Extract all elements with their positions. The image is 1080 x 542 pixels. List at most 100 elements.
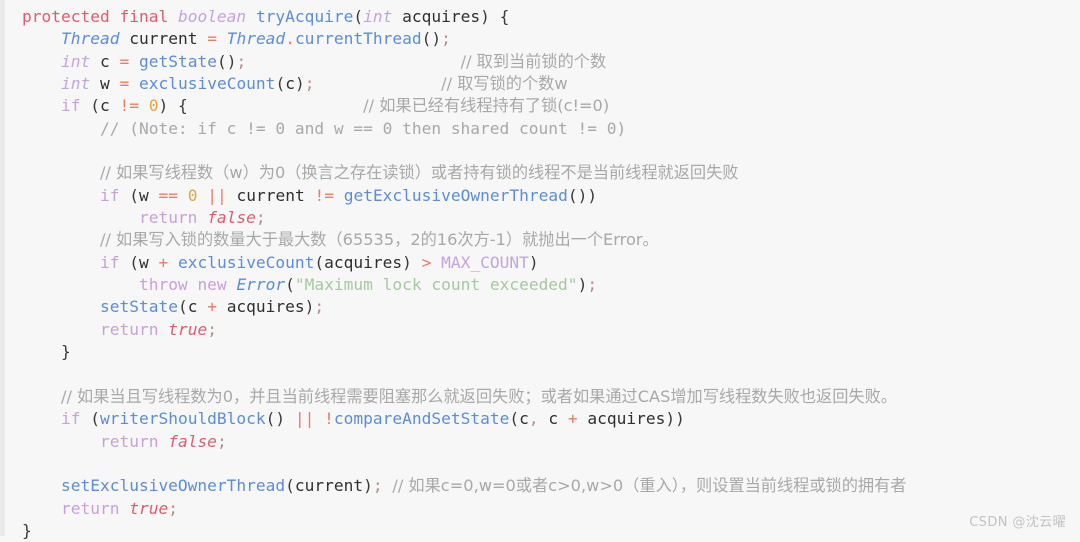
paren-open: ( bbox=[285, 476, 295, 496]
parens: () bbox=[421, 29, 442, 49]
function-tryAcquire: tryAcquire bbox=[255, 7, 354, 26]
var-c: c bbox=[99, 51, 110, 71]
var-c: c bbox=[187, 297, 198, 317]
arg-c: c bbox=[519, 409, 529, 429]
function-exclusiveCount: exclusiveCount bbox=[138, 74, 276, 94]
semicolon: ; bbox=[587, 275, 598, 295]
boolean-true: true bbox=[168, 319, 208, 339]
constant-MAX-COUNT: MAX_COUNT bbox=[441, 252, 529, 272]
paren-open: ( bbox=[509, 409, 520, 429]
code-line-8: // 如果写线程数（w）为0（换言之存在读锁）或者持有锁的线程不是当前线程就返回… bbox=[0, 162, 1080, 184]
operator-not-equal: != bbox=[314, 185, 334, 205]
operator-assign: = bbox=[207, 29, 217, 49]
paren-open: ( bbox=[285, 275, 295, 295]
boolean-true: true bbox=[129, 498, 169, 518]
code-line-17-blank bbox=[0, 364, 1080, 386]
operator-equals: == bbox=[158, 185, 178, 205]
function-currentThread: currentThread bbox=[294, 29, 422, 49]
paren-close-outer: ) bbox=[675, 409, 685, 429]
keyword-return: return bbox=[99, 319, 159, 339]
paren-close: ) bbox=[363, 476, 373, 496]
comment-line-11: // 如果写入锁的数量大于最大数（65535，2的16次方-1）就抛出一个Err… bbox=[99, 230, 659, 250]
semicolon: ; bbox=[304, 74, 315, 94]
arg-current: current bbox=[294, 476, 364, 496]
function-exclusiveCount: exclusiveCount bbox=[177, 252, 315, 272]
var-w: w bbox=[138, 185, 149, 205]
code-line-21-blank bbox=[0, 453, 1080, 475]
paren-open: ( bbox=[275, 74, 286, 94]
code-block[interactable]: protected final boolean tryAcquire(int a… bbox=[0, 6, 1080, 542]
operator-assign: = bbox=[119, 51, 130, 71]
code-line-11: // 如果写入锁的数量大于最大数（65535，2的16次方-1）就抛出一个Err… bbox=[0, 229, 1080, 251]
paren-open: ( bbox=[129, 252, 139, 272]
code-line-5: if (c != 0) { // 如果已经有线程持有了锁(c!=0) bbox=[0, 95, 1080, 117]
operator-or: || bbox=[294, 409, 315, 429]
operator-plus: + bbox=[158, 252, 169, 272]
keyword-protected: protected bbox=[22, 7, 110, 26]
comment-line-8: // 如果写线程数（w）为0（换言之存在读锁）或者持有锁的线程不是当前线程就返回… bbox=[99, 163, 739, 183]
var-acquires: acquires bbox=[226, 297, 305, 317]
csdn-watermark: CSDN @沈云曜 bbox=[969, 515, 1066, 530]
function-writerShouldBlock: writerShouldBlock bbox=[99, 409, 266, 429]
class-Error: Error bbox=[236, 275, 286, 295]
paren-open: ( bbox=[90, 409, 100, 429]
operator-not-equal: != bbox=[119, 96, 139, 116]
operator-greater-than: > bbox=[421, 252, 432, 272]
code-line-22: setExclusiveOwnerThread(current); // 如果c… bbox=[0, 475, 1080, 497]
paren-close: ) bbox=[158, 96, 169, 116]
paren-open: ( bbox=[129, 185, 139, 205]
code-line-14: setState(c + acquires); bbox=[0, 296, 1080, 318]
operator-plus: + bbox=[567, 409, 578, 429]
paren-close: ) bbox=[665, 409, 676, 429]
brace-open: { bbox=[177, 96, 188, 116]
code-viewer: protected final boolean tryAcquire(int a… bbox=[0, 0, 1080, 540]
code-line-20: return false; bbox=[0, 431, 1080, 453]
code-line-18: // 如果当且写线程数为0，并且当前线程需要阻塞那么就返回失败；或者如果通过CA… bbox=[0, 386, 1080, 408]
var-w: w bbox=[138, 252, 149, 272]
var-current: current bbox=[236, 185, 305, 205]
operator-assign: = bbox=[119, 74, 130, 94]
semicolon: ; bbox=[216, 431, 227, 451]
keyword-return: return bbox=[60, 498, 120, 518]
type-int: int bbox=[60, 51, 91, 71]
semicolon: ; bbox=[236, 51, 247, 71]
paren-close: ) bbox=[577, 275, 588, 295]
parens: () bbox=[567, 185, 588, 205]
comment-line-6: // (Note: if c != 0 and w == 0 then shar… bbox=[99, 118, 627, 138]
arg-acquires: acquires bbox=[324, 252, 403, 272]
keyword-return: return bbox=[138, 208, 198, 228]
arg-acquires: acquires bbox=[587, 409, 666, 429]
paren-open: ( bbox=[353, 7, 364, 26]
comma: , bbox=[528, 409, 539, 429]
keyword-final: final bbox=[119, 7, 169, 26]
var-current: current bbox=[129, 29, 198, 49]
paren-close: ) bbox=[587, 185, 598, 205]
paren-close: ) bbox=[304, 297, 315, 317]
keyword-new: new bbox=[197, 275, 227, 295]
function-compareAndSetState: compareAndSetState bbox=[333, 409, 510, 429]
brace-close-if-block: } bbox=[60, 342, 71, 362]
paren-close: ) bbox=[480, 7, 490, 26]
paren-close: ) bbox=[294, 74, 305, 94]
comment-line-5: // 如果已经有线程持有了锁(c!=0) bbox=[363, 96, 610, 116]
keyword-throw: throw bbox=[138, 275, 188, 295]
keyword-if: if bbox=[99, 185, 120, 205]
semicolon: ; bbox=[372, 476, 383, 496]
paren-close: ) bbox=[528, 252, 539, 272]
type-int: int bbox=[60, 74, 91, 94]
keyword-if: if bbox=[99, 252, 120, 272]
operator-not: ! bbox=[324, 409, 334, 429]
keyword-if: if bbox=[60, 96, 81, 116]
parens: () bbox=[216, 51, 237, 71]
function-setExclusiveOwnerThread: setExclusiveOwnerThread bbox=[60, 476, 286, 496]
code-line-13: throw new Error("Maximum lock count exce… bbox=[0, 274, 1080, 296]
operator-or: || bbox=[207, 185, 227, 205]
code-line-19: if (writerShouldBlock() || !compareAndSe… bbox=[0, 408, 1080, 430]
type-int: int bbox=[363, 7, 393, 26]
code-line-24: } bbox=[0, 520, 1080, 542]
boolean-false: false bbox=[168, 431, 217, 451]
comment-line-18: // 如果当且写线程数为0，并且当前线程需要阻塞那么就返回失败；或者如果通过CA… bbox=[60, 386, 897, 406]
operator-dot: . bbox=[285, 29, 295, 49]
string-literal: "Maximum lock count exceeded" bbox=[294, 275, 578, 295]
code-line-12: if (w + exclusiveCount(acquires) > MAX_C… bbox=[0, 252, 1080, 274]
